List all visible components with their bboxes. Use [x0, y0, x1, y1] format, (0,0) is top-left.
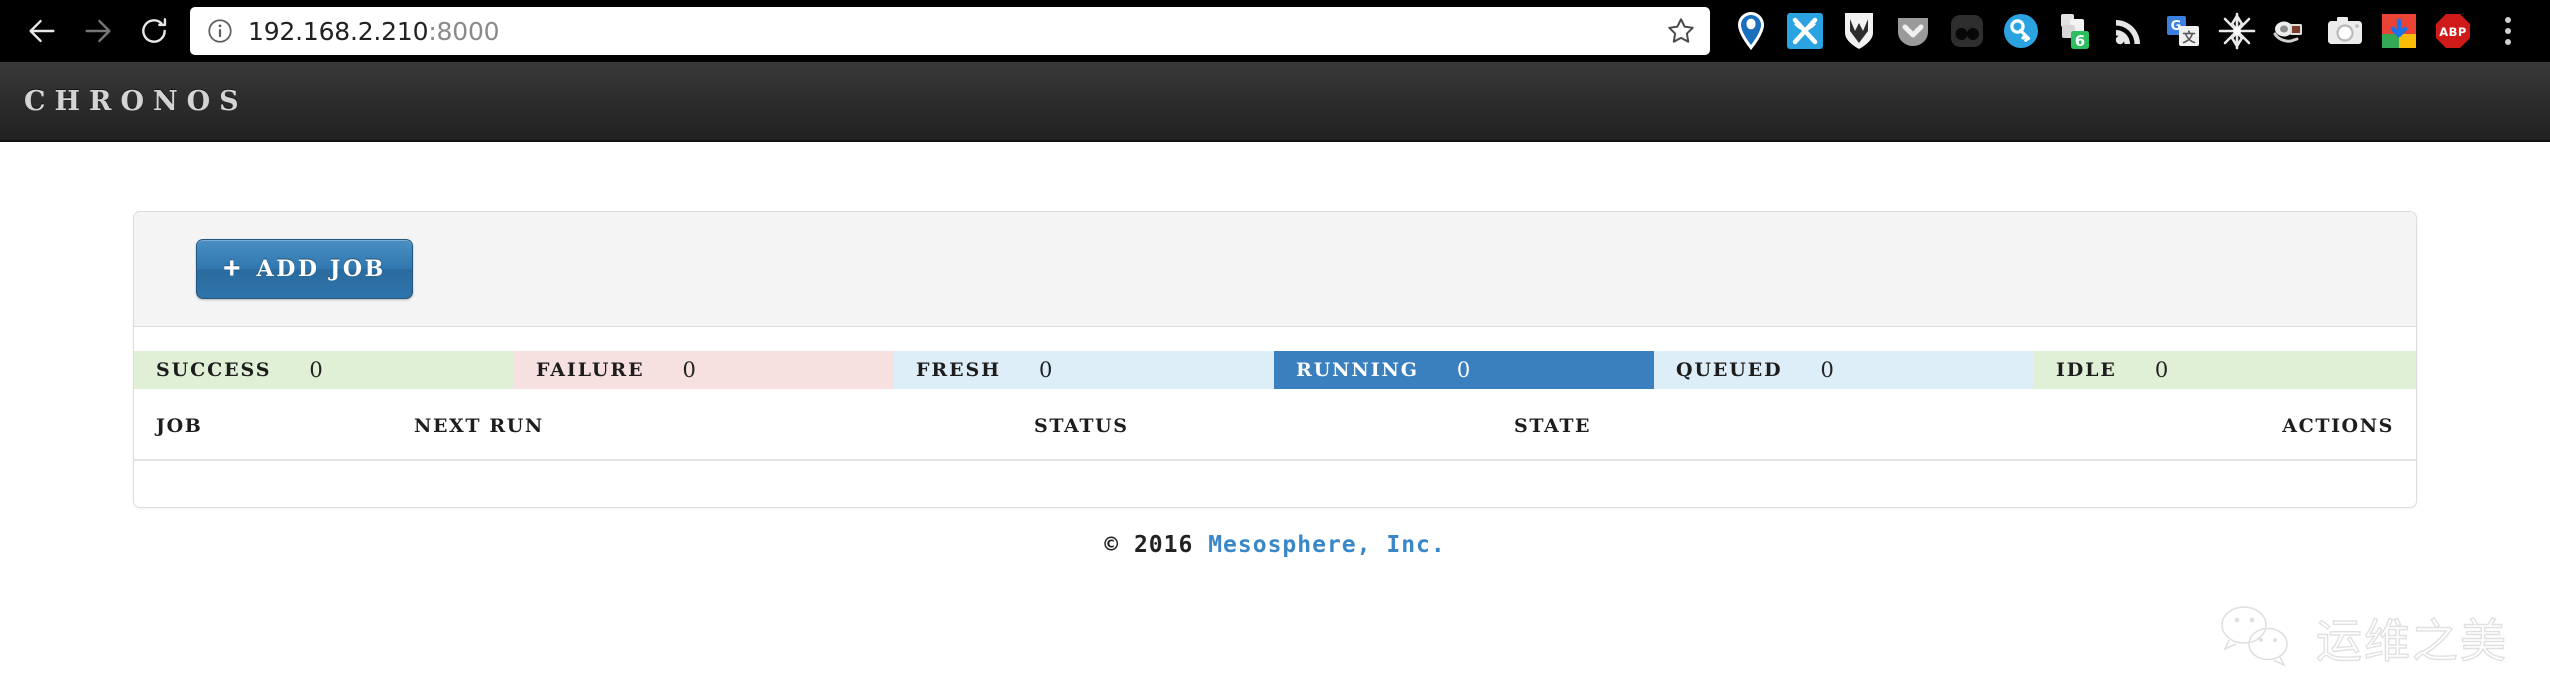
- two-dots-extension[interactable]: [1942, 6, 1992, 56]
- wechat-icon: [2221, 606, 2288, 667]
- starburst-extension[interactable]: [2212, 6, 2262, 56]
- column-header-state[interactable]: STATE: [1514, 415, 2114, 437]
- status-filter-idle[interactable]: IDLE 0: [2034, 351, 2416, 389]
- menu-dot: [2505, 17, 2511, 23]
- column-header-next-run[interactable]: NEXT RUN: [414, 415, 1034, 437]
- status-name: FRESH: [916, 359, 1001, 381]
- chrome-download-extension[interactable]: [2374, 6, 2424, 56]
- status-filter-running[interactable]: RUNNING 0: [1274, 351, 1654, 389]
- app-header: CHRONOS: [0, 62, 2550, 142]
- url-host: 192.168.2.210: [248, 16, 429, 46]
- watermark: 运维之美: [2214, 602, 2508, 674]
- status-count: 0: [682, 358, 696, 382]
- status-filter-failure[interactable]: FAILURE 0: [514, 351, 894, 389]
- svg-text:6: 6: [2075, 32, 2085, 50]
- plus-icon: +: [223, 252, 241, 285]
- browser-toolbar: 192.168.2.210:8000 6 G 文 ABP: [0, 0, 2550, 62]
- jobs-panel: + ADD JOB SUCCESS 0 FAILURE 0 FRESH 0 RU…: [133, 211, 2417, 508]
- watermark-text: 运维之美: [2315, 613, 2508, 668]
- address-bar[interactable]: 192.168.2.210:8000: [190, 7, 1710, 55]
- reload-button[interactable]: [126, 3, 182, 59]
- status-count: 0: [309, 358, 323, 382]
- x-butterfly-extension[interactable]: [1780, 6, 1830, 56]
- status-count: 0: [2154, 358, 2169, 382]
- column-header-status[interactable]: STATUS: [1034, 415, 1514, 437]
- status-filter-bar: SUCCESS 0 FAILURE 0 FRESH 0 RUNNING 0 QU…: [134, 351, 2416, 389]
- status-name: SUCCESS: [156, 359, 272, 381]
- status-name: FAILURE: [536, 359, 645, 381]
- brand-logo[interactable]: CHRONOS: [24, 86, 248, 117]
- menu-dot: [2505, 28, 2511, 34]
- forward-button[interactable]: [70, 3, 126, 59]
- back-arrow-icon: [29, 19, 55, 43]
- column-header-job[interactable]: JOB: [134, 415, 414, 437]
- status-filter-success[interactable]: SUCCESS 0: [134, 351, 514, 389]
- chrome-menu-icon[interactable]: [2486, 6, 2530, 56]
- back-button[interactable]: [14, 3, 70, 59]
- video-camera-extension[interactable]: [2266, 6, 2316, 56]
- info-circle-icon[interactable]: [206, 17, 234, 45]
- status-name: IDLE: [2056, 359, 2117, 381]
- bookmark-star-icon[interactable]: [1666, 16, 1696, 46]
- status-filter-queued[interactable]: QUEUED 0: [1654, 351, 2034, 389]
- reload-icon: [142, 18, 167, 43]
- url-text: 192.168.2.210:8000: [248, 17, 1656, 46]
- column-header-actions: ACTIONS: [2282, 415, 2394, 437]
- extensions-tray: 6 G 文 ABP: [1724, 6, 2480, 56]
- svg-text:文: 文: [2182, 30, 2196, 46]
- panel-toolbar: + ADD JOB: [134, 212, 2416, 327]
- adblock-plus-extension[interactable]: ABP: [2428, 6, 2478, 56]
- status-count: 0: [1820, 358, 1834, 382]
- status-name: RUNNING: [1296, 359, 1419, 381]
- rss-feed-extension[interactable]: [2104, 6, 2154, 56]
- url-port: :8000: [428, 16, 500, 46]
- svg-text:ABP: ABP: [2439, 25, 2467, 39]
- status-filter-fresh[interactable]: FRESH 0: [894, 351, 1274, 389]
- menu-dot: [2505, 39, 2511, 45]
- add-job-label: ADD JOB: [256, 256, 386, 282]
- camera-capture-extension[interactable]: [2320, 6, 2370, 56]
- navigation-buttons: [0, 3, 182, 59]
- jobs-table: JOB NEXT RUN STATUS STATE ACTIONS: [134, 389, 2416, 507]
- location-pin-extension[interactable]: [1726, 6, 1776, 56]
- status-count: 0: [1456, 358, 1471, 382]
- footer-copyright: © 2016: [1104, 532, 1209, 558]
- table-body-empty: [134, 461, 2416, 507]
- footer: © 2016 Mesosphere, Inc.: [0, 532, 2550, 558]
- google-translate-extension[interactable]: G 文: [2158, 6, 2208, 56]
- add-job-button[interactable]: + ADD JOB: [196, 239, 413, 299]
- footer-company-link[interactable]: Mesosphere, Inc.: [1208, 532, 1446, 558]
- page-content: + ADD JOB SUCCESS 0 FAILURE 0 FRESH 0 RU…: [0, 142, 2550, 700]
- evernote-extension[interactable]: 6: [2050, 6, 2100, 56]
- status-name: QUEUED: [1676, 359, 1783, 381]
- forward-arrow-icon: [85, 19, 111, 43]
- key-password-extension[interactable]: [1996, 6, 2046, 56]
- pocket-chevron-extension[interactable]: [1888, 6, 1938, 56]
- status-count: 0: [1038, 358, 1053, 382]
- table-header-row: JOB NEXT RUN STATUS STATE ACTIONS: [134, 389, 2416, 461]
- shield-m-extension[interactable]: [1834, 6, 1884, 56]
